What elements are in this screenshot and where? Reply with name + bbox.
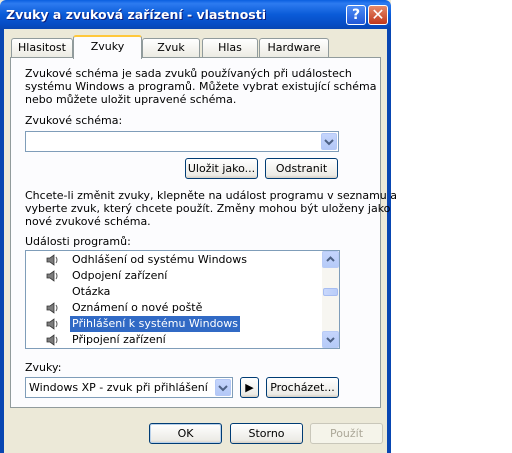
speaker-icon <box>46 254 58 266</box>
change-line-3: nové zvukové schéma. <box>25 215 151 228</box>
sounds-label: Zvuky: <box>25 361 62 374</box>
tab-hardware[interactable]: Hardware <box>259 38 329 57</box>
speaker-icon <box>46 302 58 314</box>
scroll-up-icon[interactable] <box>322 251 339 268</box>
change-line-2: vyberte zvuk, který chcete použít. Změny… <box>25 202 391 215</box>
cancel-button[interactable]: Storno <box>230 423 303 444</box>
speaker-icon <box>46 318 58 330</box>
intro-line-2: systému Windows a programů. Můžete vybra… <box>25 80 377 93</box>
tab-zvuk[interactable]: Zvuk <box>142 38 200 57</box>
speaker-icon <box>46 334 58 346</box>
intro-line-1: Zvukové schéma je sada zvuků používaných… <box>25 67 352 80</box>
scheme-select[interactable] <box>25 131 339 152</box>
change-line-1: Chcete-li změnit zvuky, klepněte na udál… <box>25 189 398 202</box>
sounds-tab-panel <box>10 57 381 408</box>
list-item-label: Odhlášení od systému Windows <box>72 253 247 266</box>
list-item-label: Otázka <box>72 285 111 298</box>
vertical-scrollbar[interactable] <box>322 251 339 348</box>
chevron-down-icon[interactable] <box>321 133 337 150</box>
events-label: Události programů: <box>25 235 131 248</box>
list-item-label: Odpojení zařízení <box>72 269 168 282</box>
help-button[interactable]: ? <box>346 5 366 25</box>
close-button[interactable]: ✕ <box>368 5 388 25</box>
list-item[interactable]: Oznámení o nové poště <box>46 300 322 316</box>
list-item[interactable]: Odpojení zařízení <box>46 268 322 284</box>
tab-hlas[interactable]: Hlas <box>202 38 258 57</box>
list-item-label: Oznámení o nové poště <box>72 301 203 314</box>
chevron-down-icon[interactable] <box>215 379 231 396</box>
title-bar[interactable]: Zvuky a zvuková zařízení - vlastnosti ? … <box>0 0 391 29</box>
apply-button[interactable]: Použít <box>310 423 383 444</box>
ok-button[interactable]: OK <box>149 423 222 444</box>
program-events-list[interactable]: Odhlášení od systému Windows Odpojení za… <box>25 250 340 349</box>
sound-select[interactable]: Windows XP - zvuk při přihlášení <box>25 377 233 398</box>
list-item[interactable]: Odhlášení od systému Windows <box>46 252 322 268</box>
properties-dialog: Zvuky a zvuková zařízení - vlastnosti ? … <box>0 0 397 453</box>
list-item[interactable]: Otázka <box>46 284 322 300</box>
window-title: Zvuky a zvuková zařízení - vlastnosti <box>6 7 266 22</box>
speaker-icon <box>46 270 58 282</box>
tab-hlasitost[interactable]: Hlasitost <box>11 38 73 57</box>
play-button[interactable]: ▶ <box>240 377 259 398</box>
scheme-label: Zvukové schéma: <box>25 114 123 127</box>
browse-button[interactable]: Procházet... <box>266 377 339 398</box>
list-item[interactable]: Připojení zařízení <box>46 332 322 348</box>
tab-zvuky[interactable]: Zvuky <box>73 35 142 59</box>
window-border-right <box>387 29 391 453</box>
scroll-down-icon[interactable] <box>322 331 339 348</box>
intro-line-3: nebo můžete uložit upravené schéma. <box>25 93 237 106</box>
window-border-left <box>0 29 4 453</box>
list-item-label: Přihlášení k systému Windows <box>70 316 241 332</box>
scrollbar-thumb[interactable] <box>323 288 338 296</box>
save-as-button[interactable]: Uložit jako... <box>185 158 258 179</box>
sound-value: Windows XP - zvuk při přihlášení <box>29 381 208 394</box>
list-item-selected[interactable]: Přihlášení k systému Windows <box>46 316 322 332</box>
delete-button[interactable]: Odstranit <box>265 158 338 179</box>
list-item-label: Připojení zařízení <box>72 333 166 346</box>
play-icon: ▶ <box>245 381 254 394</box>
